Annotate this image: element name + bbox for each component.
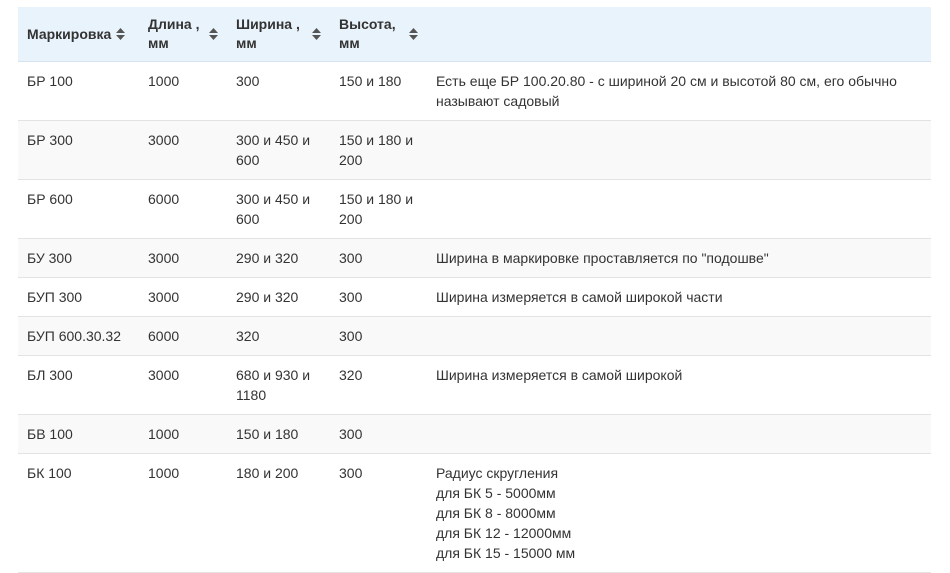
cell-note: Ширина измеряется в самой широкой bbox=[427, 355, 931, 415]
cell-note: Ширина в маркировке проставляется по "по… bbox=[427, 238, 931, 278]
cell-height: 300 bbox=[330, 414, 427, 454]
cell-marking: БВ 100 bbox=[18, 414, 139, 454]
table-row: БУ 300 3000 290 и 320 300 Ширина в маркировк… bbox=[18, 238, 931, 278]
curb-stone-table: Маркировка Длина , мм Ширина , мм Высота… bbox=[18, 7, 931, 573]
column-header-width[interactable]: Ширина , мм bbox=[227, 7, 330, 62]
cell-length: 3000 bbox=[139, 277, 227, 317]
cell-length: 3000 bbox=[139, 120, 227, 180]
sort-updown-icon[interactable] bbox=[312, 28, 321, 40]
table-row: БР 300 3000 300 и 450 и 600 150 и 180 и 200 bbox=[18, 120, 931, 180]
cell-height: 300 bbox=[330, 316, 427, 356]
note-line: Ширина измеряется в самой широкой bbox=[436, 367, 683, 383]
cell-height: 150 и 180 bbox=[330, 61, 427, 121]
cell-marking: БУП 600.30.32 bbox=[18, 316, 139, 356]
cell-width: 150 и 180 bbox=[227, 414, 330, 454]
cell-note bbox=[427, 120, 931, 180]
cell-width: 180 и 200 bbox=[227, 453, 330, 573]
column-header-label: Высота, мм bbox=[339, 16, 396, 51]
note-line: Есть еще БР 100.20.80 - с шириной 20 см … bbox=[436, 73, 897, 109]
cell-note bbox=[427, 179, 931, 239]
table-body: БР 100 1000 300 150 и 180 Есть еще БР 100.20… bbox=[18, 61, 931, 573]
note-line: для БК 8 - 8000мм bbox=[436, 505, 556, 521]
cell-marking: БЛ 300 bbox=[18, 355, 139, 415]
column-header-note bbox=[427, 7, 931, 62]
cell-height: 300 bbox=[330, 453, 427, 573]
column-header-label: Маркировка bbox=[27, 25, 112, 42]
cell-note: Ширина измеряется в самой широкой части bbox=[427, 277, 931, 317]
cell-note bbox=[427, 414, 931, 454]
cell-length: 1000 bbox=[139, 414, 227, 454]
cell-width: 300 и 450 и 600 bbox=[227, 120, 330, 180]
cell-height: 300 bbox=[330, 238, 427, 278]
note-line: Ширина в маркировке проставляется по "по… bbox=[436, 250, 769, 266]
note-line: Ширина измеряется в самой широкой части bbox=[436, 289, 723, 305]
column-header-label: Ширина , мм bbox=[236, 16, 300, 51]
cell-note: Есть еще БР 100.20.80 - с шириной 20 см … bbox=[427, 61, 931, 121]
cell-marking: БУ 300 bbox=[18, 238, 139, 278]
table-row: БВ 100 1000 150 и 180 300 bbox=[18, 414, 931, 454]
note-line: Радиус скругления bbox=[436, 465, 559, 481]
cell-height: 300 bbox=[330, 277, 427, 317]
cell-width: 320 bbox=[227, 316, 330, 356]
cell-width: 290 и 320 bbox=[227, 277, 330, 317]
cell-width: 290 и 320 bbox=[227, 238, 330, 278]
cell-width: 300 bbox=[227, 61, 330, 121]
note-line: для БК 15 - 15000 мм bbox=[436, 545, 576, 561]
column-header-marking[interactable]: Маркировка bbox=[18, 7, 139, 62]
table-header-row: Маркировка Длина , мм Ширина , мм Высота… bbox=[18, 7, 931, 62]
cell-marking: БУП 300 bbox=[18, 277, 139, 317]
sort-updown-icon[interactable] bbox=[409, 28, 418, 40]
cell-height: 150 и 180 и 200 bbox=[330, 179, 427, 239]
table-row: БУП 300 3000 290 и 320 300 Ширина измеряется… bbox=[18, 277, 931, 317]
cell-marking: БР 100 bbox=[18, 61, 139, 121]
cell-note bbox=[427, 316, 931, 356]
table-row: БЛ 300 3000 680 и 930 и 1180 320 Ширина изме… bbox=[18, 355, 931, 415]
table-row: БК 100 1000 180 и 200 300 Радиус скругления д… bbox=[18, 453, 931, 573]
cell-length: 1000 bbox=[139, 61, 227, 121]
table-row: БР 100 1000 300 150 и 180 Есть еще БР 100.20… bbox=[18, 61, 931, 121]
cell-width: 680 и 930 и 1180 bbox=[227, 355, 330, 415]
data-table-container: Маркировка Длина , мм Ширина , мм Высота… bbox=[18, 7, 931, 573]
cell-note: Радиус скругления для БК 5 - 5000мм для БК… bbox=[427, 453, 931, 573]
column-header-length[interactable]: Длина , мм bbox=[139, 7, 227, 62]
table-row: БУП 600.30.32 6000 320 300 bbox=[18, 316, 931, 356]
column-header-label: Длина , мм bbox=[148, 16, 200, 51]
cell-length: 6000 bbox=[139, 316, 227, 356]
cell-height: 320 bbox=[330, 355, 427, 415]
cell-marking: БК 100 bbox=[18, 453, 139, 573]
cell-width: 300 и 450 и 600 bbox=[227, 179, 330, 239]
cell-length: 1000 bbox=[139, 453, 227, 573]
cell-length: 3000 bbox=[139, 355, 227, 415]
sort-updown-icon[interactable] bbox=[116, 28, 126, 40]
table-row: БР 600 6000 300 и 450 и 600 150 и 180 и 200 bbox=[18, 179, 931, 239]
cell-marking: БР 600 bbox=[18, 179, 139, 239]
cell-height: 150 и 180 и 200 bbox=[330, 120, 427, 180]
cell-marking: БР 300 bbox=[18, 120, 139, 180]
sort-updown-icon[interactable] bbox=[209, 28, 218, 40]
column-header-height[interactable]: Высота, мм bbox=[330, 7, 427, 62]
note-line: для БК 12 - 12000мм bbox=[436, 525, 572, 541]
cell-length: 6000 bbox=[139, 179, 227, 239]
note-line: для БК 5 - 5000мм bbox=[436, 485, 556, 501]
cell-length: 3000 bbox=[139, 238, 227, 278]
